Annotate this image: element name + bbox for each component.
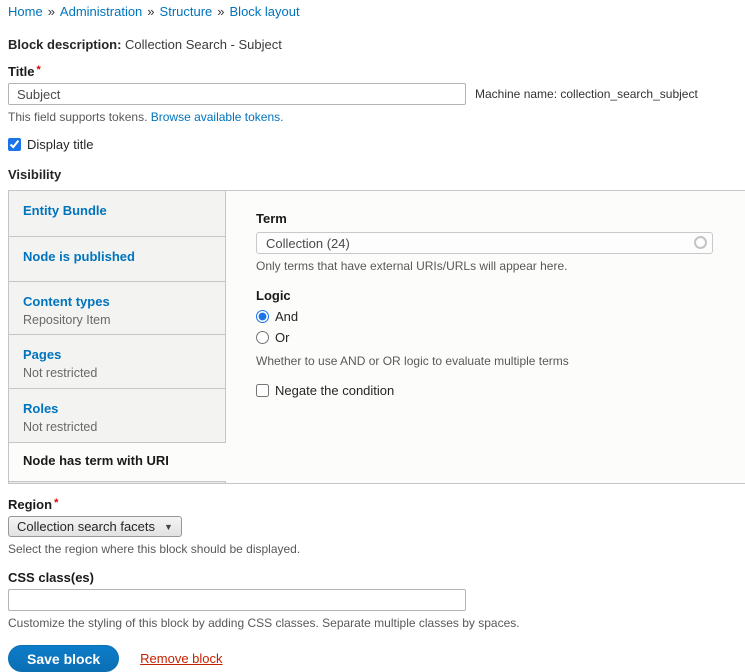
title-help-text: This field supports tokens. — [8, 110, 151, 124]
block-description: Block description: Collection Search - S… — [8, 37, 745, 52]
visibility-tab-menu: Entity Bundle Node is published Content … — [9, 191, 226, 483]
tab-entity-bundle[interactable]: Entity Bundle — [9, 191, 225, 237]
tab-summary: Repository Item — [23, 313, 213, 328]
title-input[interactable] — [8, 83, 466, 105]
negate-group: Negate the condition — [256, 383, 722, 398]
tab-summary: Not restricted — [23, 366, 213, 381]
css-classes-input[interactable] — [8, 589, 466, 611]
region-field-group: Region* Collection search facets ▼ Selec… — [8, 497, 745, 556]
required-marker: * — [37, 64, 41, 76]
form-actions: Save block Remove block — [8, 645, 745, 672]
css-field-group: CSS class(es) Customize the styling of t… — [8, 570, 745, 630]
display-title-group: Display title — [8, 137, 745, 152]
title-field-group: Title* Machine name: collection_search_s… — [8, 64, 745, 124]
title-help: This field supports tokens. Browse avail… — [8, 110, 745, 124]
region-help: Select the region where this block shoul… — [8, 542, 745, 556]
logic-or-radio[interactable] — [256, 331, 269, 344]
tab-label: Pages — [23, 347, 213, 363]
chevron-down-icon: ▼ — [164, 522, 173, 532]
visibility-vertical-tabs: Entity Bundle Node is published Content … — [8, 190, 745, 484]
css-classes-label: CSS class(es) — [8, 570, 94, 585]
required-marker: * — [54, 497, 58, 509]
tab-node-is-published[interactable]: Node is published — [9, 237, 225, 282]
breadcrumb-link-administration[interactable]: Administration — [60, 4, 142, 19]
breadcrumb-separator: » — [48, 4, 55, 19]
block-description-value: Collection Search - Subject — [125, 37, 282, 52]
tab-roles[interactable]: Roles Not restricted — [9, 389, 225, 443]
visibility-heading: Visibility — [8, 167, 745, 182]
region-label: Region — [8, 497, 52, 512]
tab-summary: Not restricted — [23, 420, 213, 435]
tab-pages[interactable]: Pages Not restricted — [9, 335, 225, 389]
tab-content-types[interactable]: Content types Repository Item — [9, 282, 225, 335]
breadcrumb-separator: » — [147, 4, 154, 19]
css-classes-help: Customize the styling of this block by a… — [8, 616, 745, 630]
term-autocomplete-input[interactable] — [256, 232, 713, 254]
term-label: Term — [256, 211, 722, 226]
tab-label: Entity Bundle — [23, 203, 213, 219]
breadcrumb: Home » Administration » Structure » Block layo… — [8, 4, 745, 19]
tab-label: Roles — [23, 401, 213, 417]
region-select[interactable]: Collection search facets ▼ — [8, 516, 182, 537]
breadcrumb-separator: » — [217, 4, 224, 19]
logic-label: Logic — [256, 288, 722, 303]
negate-condition-label[interactable]: Negate the condition — [275, 383, 394, 398]
block-description-label: Block description: — [8, 37, 121, 52]
negate-condition-checkbox[interactable] — [256, 384, 269, 397]
browse-tokens-link[interactable]: Browse available tokens. — [151, 110, 284, 124]
display-title-label[interactable]: Display title — [27, 137, 93, 152]
title-label: Title — [8, 64, 35, 79]
display-title-checkbox[interactable] — [8, 138, 21, 151]
region-select-value: Collection search facets — [17, 519, 155, 534]
save-block-button[interactable]: Save block — [8, 645, 119, 672]
machine-name: Machine name: collection_search_subject — [475, 87, 698, 101]
logic-or-label[interactable]: Or — [275, 330, 289, 345]
logic-group: Logic And Or Whether to use AND or OR lo… — [256, 288, 722, 368]
logic-help: Whether to use AND or OR logic to evalua… — [256, 354, 722, 368]
block-configure-page: Home » Administration » Structure » Block layo… — [0, 0, 745, 672]
tab-node-has-term-with-uri[interactable]: Node has term with URI — [9, 443, 226, 482]
logic-and-radio[interactable] — [256, 310, 269, 323]
tab-label: Content types — [23, 294, 213, 310]
autocomplete-throbber-icon — [694, 236, 707, 249]
term-help: Only terms that have external URIs/URLs … — [256, 259, 722, 273]
tab-label: Node is published — [23, 249, 213, 265]
visibility-tab-panel: Term Only terms that have external URIs/… — [226, 191, 745, 483]
breadcrumb-link-structure[interactable]: Structure — [160, 4, 213, 19]
tab-label: Node has term with URI — [23, 453, 214, 469]
breadcrumb-link-home[interactable]: Home — [8, 4, 43, 19]
breadcrumb-link-block-layout[interactable]: Block layout — [230, 4, 300, 19]
tab-menu-filler — [9, 482, 225, 483]
logic-and-label[interactable]: And — [275, 309, 298, 324]
